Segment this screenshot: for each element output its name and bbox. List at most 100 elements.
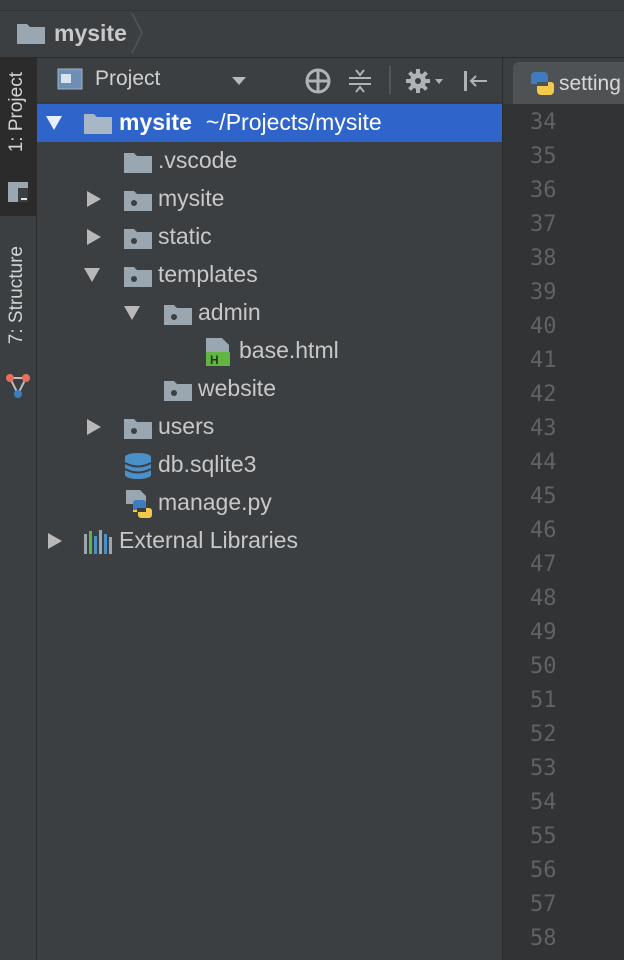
folder-icon: [84, 114, 112, 134]
tool-window-strip: 1: Project 7: Structure: [0, 58, 37, 960]
line-number: 50: [530, 654, 557, 679]
libraries-icon: [84, 530, 112, 554]
package-folder-icon: [164, 305, 192, 325]
tree-label: users: [158, 413, 215, 439]
line-number: 48: [530, 586, 557, 611]
line-number: 52: [530, 722, 557, 747]
tree-row-static[interactable]: static: [37, 218, 502, 256]
structure-icon: [6, 374, 30, 398]
project-view-selector[interactable]: Project: [95, 67, 160, 91]
expand-arrow-icon[interactable]: [87, 229, 101, 245]
editor-tab-settings[interactable]: setting: [513, 62, 624, 104]
tree-row-vscode[interactable]: .vscode: [37, 142, 502, 180]
tree-label: base.html: [239, 337, 339, 363]
tree-label: mysite: [158, 185, 225, 211]
expand-arrow-icon[interactable]: [46, 116, 62, 130]
line-number: 51: [530, 688, 557, 713]
project-view-icon: [57, 68, 83, 90]
navigation-bar: mysite: [0, 0, 624, 58]
svg-text:H: H: [210, 353, 219, 367]
tree-label: mysite ~/Projects/mysite: [119, 109, 382, 136]
tree-row-root[interactable]: mysite ~/Projects/mysite: [37, 104, 502, 142]
breadcrumb[interactable]: mysite: [16, 13, 143, 53]
chevron-right-icon: [131, 13, 143, 53]
line-number: 55: [530, 824, 557, 849]
folder-icon: [17, 24, 45, 44]
collapse-all-icon[interactable]: [347, 68, 373, 94]
line-number: 37: [530, 212, 557, 237]
package-folder-icon: [124, 267, 152, 287]
toolbar-separator: [389, 66, 391, 94]
line-number: 44: [530, 450, 557, 475]
tree-label: External Libraries: [119, 527, 298, 553]
locate-icon[interactable]: [305, 68, 331, 94]
line-number: 54: [530, 790, 557, 815]
tree-label: admin: [198, 299, 261, 325]
line-number: 34: [530, 110, 557, 135]
package-folder-icon: [124, 191, 152, 211]
line-number: 35: [530, 144, 557, 169]
line-number: 41: [530, 348, 557, 373]
tree-label: templates: [158, 261, 258, 287]
line-number: 45: [530, 484, 557, 509]
html-file-icon: H: [206, 338, 230, 367]
line-number: 58: [530, 926, 557, 951]
chevron-down-icon[interactable]: [231, 76, 247, 86]
line-number: 57: [530, 892, 557, 917]
root-folder-path: ~/Projects/mysite: [205, 109, 382, 135]
package-folder-icon: [124, 419, 152, 439]
project-panel: Project mysite ~/Projects/mysite .vscode…: [37, 58, 502, 960]
line-number: 56: [530, 858, 557, 883]
tree-row-templates[interactable]: templates: [37, 256, 502, 294]
structure-tool-tab[interactable]: 7: Structure: [0, 238, 36, 408]
expand-arrow-icon[interactable]: [48, 533, 62, 549]
expand-arrow-icon[interactable]: [87, 419, 101, 435]
editor-area: setting 33343536373839404142434445464748…: [503, 58, 624, 960]
editor-tab-bar: setting: [503, 58, 624, 105]
folder-icon: [124, 153, 152, 173]
project-tab-label: 1: Project: [6, 72, 27, 153]
tree-row-manage-py[interactable]: manage.py: [37, 484, 502, 522]
tree-label: db.sqlite3: [158, 451, 257, 477]
structure-tab-label: 7: Structure: [6, 246, 27, 345]
editor-tab-label: setting: [559, 72, 621, 95]
tree-row-mysite[interactable]: mysite: [37, 180, 502, 218]
hide-panel-icon[interactable]: [461, 68, 489, 94]
menu-strip: [0, 0, 624, 11]
project-panel-header: Project: [37, 58, 502, 103]
tree-label: manage.py: [158, 489, 272, 515]
tree-label: .vscode: [158, 147, 238, 173]
line-number: 40: [530, 314, 557, 339]
package-folder-icon: [164, 381, 192, 401]
tree-label: static: [158, 223, 212, 249]
line-number: 47: [530, 552, 557, 577]
line-number: 49: [530, 620, 557, 645]
line-number: 38: [530, 246, 557, 271]
tree-row-external-libraries[interactable]: External Libraries: [37, 522, 502, 560]
project-icon: [8, 182, 28, 202]
root-folder-name: mysite: [119, 109, 192, 135]
line-number-gutter: 3334353637383940414243444546474849505152…: [503, 104, 624, 960]
project-tool-tab[interactable]: 1: Project: [0, 58, 36, 216]
line-number: 39: [530, 280, 557, 305]
line-number: 43: [530, 416, 557, 441]
tree-row-db-sqlite3[interactable]: db.sqlite3: [37, 446, 502, 484]
expand-arrow-icon[interactable]: [124, 306, 140, 320]
line-number: 42: [530, 382, 557, 407]
breadcrumb-label: mysite: [54, 19, 127, 46]
gear-icon[interactable]: [405, 68, 445, 94]
tree-row-website[interactable]: website: [37, 370, 502, 408]
tree-label: website: [198, 375, 276, 401]
tree-row-admin[interactable]: admin: [37, 294, 502, 332]
python-file-icon: [531, 72, 554, 95]
line-number: 46: [530, 518, 557, 543]
package-folder-icon: [124, 229, 152, 249]
tree-row-base-html[interactable]: H base.html: [37, 332, 502, 370]
expand-arrow-icon[interactable]: [87, 191, 101, 207]
line-number: 36: [530, 178, 557, 203]
expand-arrow-icon[interactable]: [84, 268, 100, 282]
line-number: 53: [530, 756, 557, 781]
database-icon: [124, 453, 152, 479]
python-file-icon: [126, 490, 152, 518]
tree-row-users[interactable]: users: [37, 408, 502, 446]
